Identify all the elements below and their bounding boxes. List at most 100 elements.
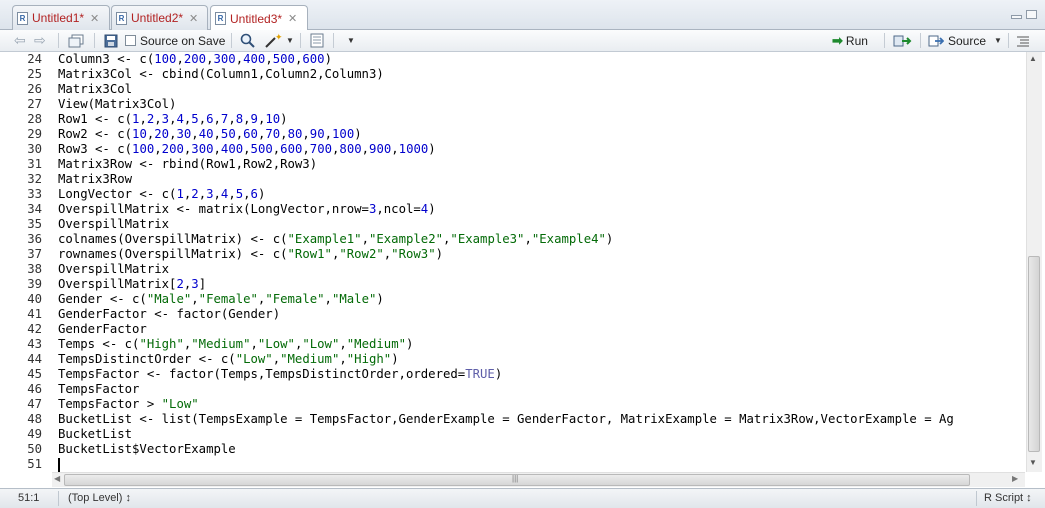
maximize-icon[interactable]	[1026, 10, 1037, 19]
close-icon[interactable]: ✕	[90, 12, 99, 25]
code-token: ,	[154, 112, 162, 126]
file-type-selector[interactable]: R Script ↕	[984, 492, 1032, 504]
code-line[interactable]: Column3 <- c(100,200,300,400,500,600)	[58, 52, 332, 67]
close-icon[interactable]: ✕	[288, 12, 297, 25]
code-token: 900	[369, 142, 392, 156]
code-token: 80	[287, 127, 303, 141]
more-options-button[interactable]: ▼	[343, 32, 355, 49]
code-token: 100	[132, 142, 155, 156]
line-number: 43	[27, 337, 42, 351]
code-line[interactable]: Matrix3Col <- cbind(Column1,Column2,Colu…	[58, 67, 384, 82]
code-line[interactable]: Row1 <- c(1,2,3,4,5,6,7,8,9,10)	[58, 112, 288, 127]
code-token: "Example1"	[287, 232, 362, 246]
line-number: 49	[27, 427, 42, 441]
run-label: Run	[845, 33, 868, 48]
code-line[interactable]: Gender <- c("Male","Female","Female","Ma…	[58, 292, 384, 307]
code-token: GenderFactor	[58, 322, 147, 336]
code-token: ,	[213, 127, 221, 141]
tab-untitled1[interactable]: R Untitled1* ✕	[12, 5, 110, 30]
code-line[interactable]: LongVector <- c(1,2,3,4,5,6)	[58, 187, 265, 202]
code-token: ,	[176, 52, 184, 66]
code-line[interactable]: Row3 <- c(100,200,300,400,500,600,700,80…	[58, 142, 436, 157]
scroll-up-icon[interactable]: ▲	[1029, 54, 1037, 63]
code-token: ,	[228, 112, 236, 126]
code-line[interactable]: OverspillMatrix[2,3]	[58, 277, 206, 292]
code-line[interactable]: TempsFactor > "Low"	[58, 397, 199, 412]
code-line[interactable]: OverspillMatrix <- matrix(LongVector,nro…	[58, 202, 436, 217]
code-token: ,	[391, 142, 399, 156]
scope-selector[interactable]: (Top Level) ↕	[68, 492, 131, 504]
code-token: ,	[206, 52, 214, 66]
code-token: 700	[309, 142, 333, 156]
code-editor[interactable]: 24 25 26 27 28 29 30 31 32 33 34 35 36 37 38 39 40 41 42 43…	[0, 52, 1045, 488]
outline-button[interactable]	[1016, 32, 1030, 49]
code-token: "Low"	[235, 352, 273, 366]
code-token: TRUE	[465, 367, 495, 381]
code-line[interactable]: Row2 <- c(10,20,30,40,50,60,70,80,90,100…	[58, 127, 362, 142]
code-token: ,	[191, 292, 199, 306]
vertical-scroll-thumb[interactable]	[1028, 256, 1040, 452]
find-button[interactable]	[240, 32, 255, 49]
code-token: "Example3"	[450, 232, 525, 246]
code-token: 5	[235, 187, 244, 201]
code-line[interactable]: View(Matrix3Col)	[58, 97, 176, 112]
code-line[interactable]: TempsDistinctOrder <- c("Low","Medium","…	[58, 352, 399, 367]
save-button[interactable]	[104, 32, 118, 49]
code-area[interactable]: Column3 <- c(100,200,300,400,500,600) Mat…	[58, 52, 1026, 472]
r-file-icon: R	[116, 11, 127, 25]
code-line[interactable]: BucketList <- list(TempsExample = TempsF…	[58, 412, 954, 427]
code-line[interactable]: GenderFactor <- factor(Gender)	[58, 307, 280, 322]
code-token: )	[435, 247, 443, 261]
svg-text:✦: ✦	[275, 33, 282, 42]
show-in-window-button[interactable]	[68, 32, 84, 49]
code-token: "Example2"	[368, 232, 444, 246]
code-line[interactable]: GenderFactor	[58, 322, 147, 337]
chevron-down-icon: ▼	[994, 36, 1002, 45]
code-line[interactable]: BucketList$VectorExample	[58, 442, 236, 457]
forward-button[interactable]: ⇨	[34, 32, 46, 49]
code-line[interactable]: BucketList	[58, 427, 132, 442]
code-line[interactable]: Matrix3Row <- rbind(Row1,Row2,Row3)	[58, 157, 317, 172]
code-line[interactable]: TempsFactor <- factor(Temps,TempsDistinc…	[58, 367, 502, 382]
compile-report-button[interactable]	[310, 32, 324, 49]
close-icon[interactable]: ✕	[189, 12, 198, 25]
horizontal-scrollbar[interactable]: ◀ ||| ▶	[52, 472, 1025, 487]
editor-toolbar: ⇦ ⇨ Source on Save ✦ ▼ ▼ ➡ Run Source ▼	[0, 30, 1045, 52]
scroll-left-icon[interactable]: ◀	[54, 474, 60, 483]
forward-icon: ⇨	[34, 32, 46, 48]
tab-untitled3[interactable]: R Untitled3* ✕	[210, 5, 308, 31]
scroll-right-icon[interactable]: ▶	[1012, 474, 1018, 483]
r-file-icon: R	[17, 11, 28, 25]
code-line[interactable]: colnames(OverspillMatrix) <- c("Example1…	[58, 232, 613, 247]
code-line[interactable]: rownames(OverspillMatrix) <- c("Row1","R…	[58, 247, 443, 262]
code-line[interactable]: OverspillMatrix	[58, 217, 169, 232]
code-token: rownames(OverspillMatrix) <- c(	[58, 247, 288, 261]
code-token: )	[406, 337, 414, 351]
code-tools-button[interactable]: ✦ ▼	[264, 32, 294, 49]
tab-untitled2[interactable]: R Untitled2* ✕	[111, 5, 208, 30]
source-label: Source	[948, 33, 987, 48]
vertical-scrollbar[interactable]: ▲ ▼	[1026, 52, 1042, 472]
source-on-save-checkbox[interactable]: Source on Save	[125, 32, 225, 49]
source-button[interactable]: Source ▼	[928, 32, 1002, 49]
code-token: "Row3"	[391, 247, 436, 261]
code-line[interactable]: Temps <- c("High","Medium","Low","Low","…	[58, 337, 413, 352]
code-line[interactable]: Matrix3Col	[58, 82, 132, 97]
line-number-gutter: 24 25 26 27 28 29 30 31 32 33 34 35 36 37 38 39 40 41 42 43…	[0, 52, 50, 472]
code-line[interactable]: OverspillMatrix	[58, 262, 169, 277]
chevron-down-icon: ▼	[347, 36, 355, 45]
line-number: 35	[27, 217, 42, 231]
back-button[interactable]: ⇦	[14, 32, 26, 49]
minimize-icon[interactable]	[1011, 15, 1022, 19]
code-line[interactable]: TempsFactor	[58, 382, 139, 397]
back-icon: ⇦	[14, 32, 26, 48]
code-line[interactable]: Matrix3Row	[58, 172, 132, 187]
source-on-save-label: Source on Save	[140, 33, 226, 48]
compile-report-icon	[310, 33, 324, 48]
checkbox-box[interactable]	[125, 35, 136, 46]
scroll-down-icon[interactable]: ▼	[1029, 458, 1037, 467]
run-button[interactable]: ➡ Run	[832, 32, 868, 49]
code-token: )	[494, 367, 503, 381]
rerun-button[interactable]	[893, 32, 913, 49]
tab-label: Untitled1*	[32, 11, 85, 25]
